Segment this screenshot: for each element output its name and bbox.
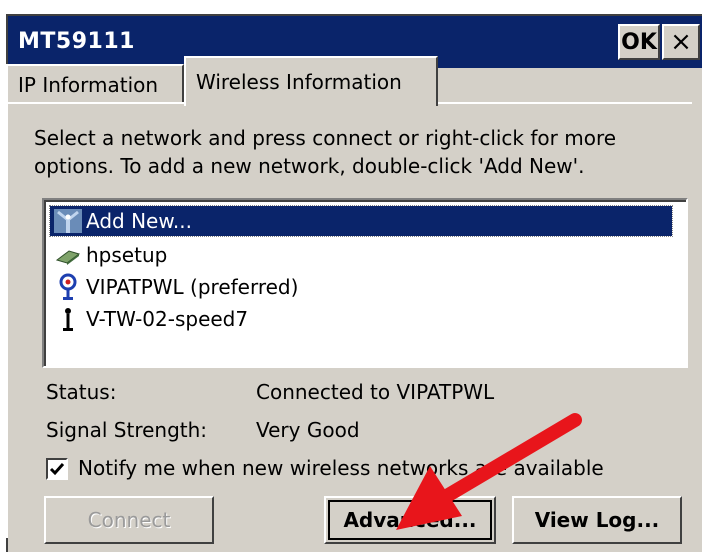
status-value: Connected to VIPATPWL (256, 380, 495, 404)
list-item-v-tw-02[interactable]: V-TW-02-speed7 (50, 304, 672, 334)
window-title: MT59111 (18, 29, 135, 54)
advanced-button[interactable]: Advanced... (324, 496, 496, 544)
signal-strength-label: Signal Strength: (46, 418, 208, 442)
connect-button[interactable]: Connect (44, 496, 214, 544)
status-label: Status: (46, 380, 117, 404)
adhoc-network-icon (50, 241, 86, 269)
list-item-vipatpwl[interactable]: VIPATPWL (preferred) (50, 272, 672, 302)
network-icon (50, 305, 86, 333)
list-item-label: VIPATPWL (preferred) (86, 275, 299, 299)
list-item-label: hpsetup (86, 243, 168, 267)
network-list[interactable]: Add New... hpsetup VIPATPWL (preferred) … (42, 198, 688, 368)
preferred-network-icon (50, 273, 86, 301)
list-item-add-new[interactable]: Add New... (49, 205, 673, 237)
view-log-button[interactable]: View Log... (512, 496, 682, 544)
tab-ip-information[interactable]: IP Information (6, 64, 184, 104)
notify-checkbox[interactable] (46, 458, 68, 480)
checkmark-icon (49, 463, 65, 476)
tab-wireless-information[interactable]: Wireless Information (184, 56, 438, 106)
list-item-label: Add New... (86, 209, 192, 233)
list-item-hpsetup[interactable]: hpsetup (50, 240, 672, 270)
close-button[interactable]: × (662, 24, 700, 60)
signal-strength-value: Very Good (256, 418, 360, 442)
list-item-label: V-TW-02-speed7 (86, 307, 249, 331)
ok-button[interactable]: OK (618, 24, 660, 60)
antenna-icon (50, 207, 86, 235)
notify-label: Notify me when new wireless networks are… (78, 456, 604, 480)
instructions-text: Select a network and press connect or ri… (34, 126, 617, 178)
